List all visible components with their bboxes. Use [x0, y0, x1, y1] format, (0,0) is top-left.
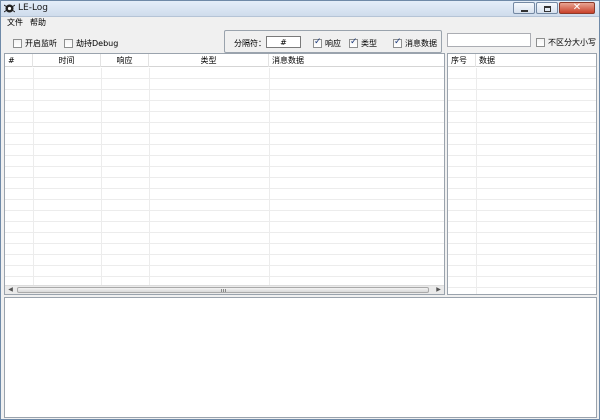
window-title: LE-Log	[18, 3, 49, 13]
listen-check-box[interactable]	[13, 39, 22, 48]
scrollbar-thumb[interactable]	[17, 287, 429, 293]
col-response[interactable]: 响应	[101, 54, 149, 67]
menu-help[interactable]: 帮助	[30, 17, 46, 28]
minimize-icon	[521, 10, 528, 12]
response-column-checkbox[interactable]: 响应	[313, 37, 341, 49]
close-icon: ✕	[572, 2, 582, 13]
log-table-header: # 时间 响应 类型 消息数据	[5, 54, 444, 67]
col-index[interactable]: #	[5, 54, 33, 67]
title-bar: LE-Log ✕	[1, 1, 599, 17]
detail-textarea[interactable]	[4, 297, 597, 418]
case-insensitive-label: 不区分大小写	[548, 38, 596, 47]
case-insensitive-check-box[interactable]	[536, 38, 545, 47]
column-divider	[33, 68, 34, 286]
message-check-box[interactable]	[393, 37, 402, 48]
search-table-rows	[448, 68, 596, 294]
column-divider	[101, 68, 102, 286]
menu-file[interactable]: 文件	[7, 17, 23, 28]
message-column-checkbox[interactable]: 消息数据	[393, 37, 437, 49]
separator-label: 分隔符：	[234, 39, 266, 48]
col-time[interactable]: 时间	[33, 54, 101, 67]
scroll-left-icon[interactable]: ◀	[6, 286, 15, 294]
scroll-right-icon[interactable]: ▶	[434, 286, 443, 294]
maximize-button[interactable]	[536, 2, 558, 14]
response-check-box[interactable]	[313, 37, 322, 48]
message-column-label: 消息数据	[405, 39, 437, 48]
app-icon	[4, 4, 15, 13]
menu-bar: 文件 帮助	[1, 17, 599, 28]
col-serial[interactable]: 序号	[448, 54, 476, 67]
col-type[interactable]: 类型	[149, 54, 269, 67]
search-table-header: 序号 数据	[448, 54, 596, 67]
debug-label: 劫持Debug	[76, 39, 119, 48]
col-message[interactable]: 消息数据	[269, 54, 444, 67]
type-check-box[interactable]	[349, 37, 358, 48]
column-divider	[476, 68, 477, 294]
maximize-icon	[544, 6, 551, 12]
separator-input[interactable]	[266, 36, 301, 48]
listen-checkbox[interactable]: 开启监听	[13, 38, 57, 49]
column-divider	[269, 68, 270, 286]
log-table[interactable]: # 时间 响应 类型 消息数据 ◀ ▶	[4, 53, 445, 295]
grip-icon	[221, 289, 226, 292]
debug-checkbox[interactable]: 劫持Debug	[64, 38, 118, 49]
case-insensitive-checkbox[interactable]: 不区分大小写	[536, 37, 596, 48]
app-window: LE-Log ✕ 文件 帮助 开启监听 劫持Debug 分隔符： 响应 类型	[0, 0, 600, 420]
log-table-rows	[5, 68, 444, 286]
debug-check-box[interactable]	[64, 39, 73, 48]
minimize-button[interactable]	[513, 2, 535, 14]
column-divider	[149, 68, 150, 286]
type-column-checkbox[interactable]: 类型	[349, 37, 377, 49]
response-column-label: 响应	[325, 39, 341, 48]
col-data[interactable]: 数据	[476, 54, 596, 67]
column-options-group: 分隔符： 响应 类型 消息数据	[224, 30, 442, 53]
type-column-label: 类型	[361, 39, 377, 48]
horizontal-scrollbar[interactable]: ◀ ▶	[5, 285, 444, 294]
close-button[interactable]: ✕	[559, 2, 595, 14]
search-input[interactable]	[447, 33, 531, 47]
listen-label: 开启监听	[25, 39, 57, 48]
search-results-table[interactable]: 序号 数据	[447, 53, 597, 295]
